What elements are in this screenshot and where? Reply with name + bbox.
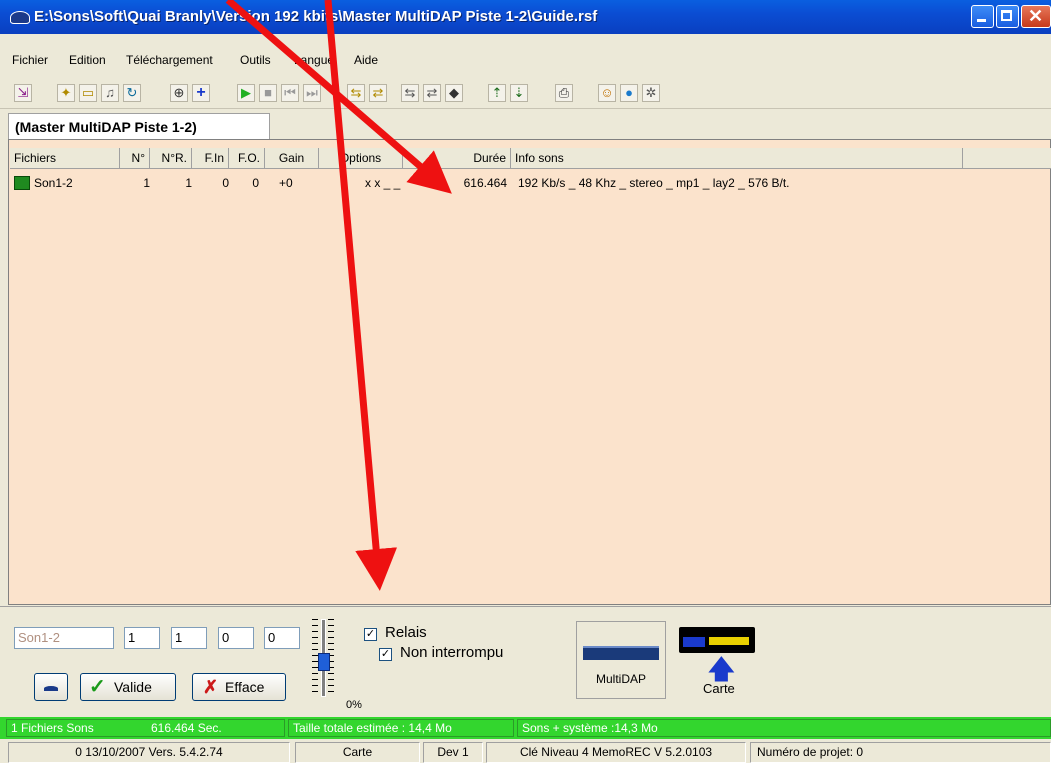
col-info-sons[interactable]: Info sons	[511, 148, 963, 168]
transfer-icon-1[interactable]: ⇆	[347, 84, 365, 102]
table-header: Fichiers N° N°R. F.In F.O. Gain Options …	[10, 148, 1051, 169]
col-gain[interactable]: Gain	[265, 148, 319, 168]
print-icon[interactable]: ⎙	[555, 84, 573, 102]
cell-duree: 616.464	[463, 176, 507, 190]
cell-options: x x _ _	[365, 176, 401, 190]
file-list-panel	[8, 139, 1051, 605]
cell-info-sons: 192 Kb/s _ 48 Khz _ stereo _ mp1 _ lay2 …	[518, 176, 790, 190]
menu-edition[interactable]: Edition	[69, 53, 106, 67]
tab-master-multidap[interactable]: (Master MultiDAP Piste 1-2)	[8, 113, 270, 139]
col-nr[interactable]: N°R.	[150, 148, 192, 168]
status-seconds: 616.464 Sec.	[151, 721, 222, 735]
n-field[interactable]: 1	[124, 627, 160, 649]
status-files: 1 Fichiers Sons 616.464 Sec.	[6, 719, 285, 737]
status-taille: Taille totale estimée : 14,4 Mo	[288, 719, 514, 737]
fin-field[interactable]: 0	[218, 627, 254, 649]
stop-icon[interactable]: ■	[259, 84, 277, 102]
menu-langue[interactable]: Langue	[294, 53, 334, 67]
download-card-icon[interactable]: ⇣	[510, 84, 528, 102]
memory-card-icon[interactable]: ◆	[445, 84, 463, 102]
valide-label: Valide	[114, 679, 152, 695]
menu-outils[interactable]: Outils	[240, 53, 271, 67]
efface-button[interactable]: ✗ Efface	[192, 673, 286, 701]
col-options[interactable]: Options	[319, 148, 403, 168]
non-interrompu-label: Non interrompu	[400, 644, 504, 661]
previous-icon[interactable]: ⏮	[281, 84, 299, 102]
multidap-label: MultiDAP	[595, 672, 646, 686]
cell-n: 1	[143, 176, 150, 190]
status-cle: Clé Niveau 4 MemoREC V 5.2.0103	[486, 742, 746, 763]
non-interrompu-checkbox[interactable]: ✓	[379, 648, 392, 661]
editor-panel: Son1-2 1 1 0 0 0% ✓ Relais ✓ Non interro…	[0, 606, 1051, 717]
menu-fichier[interactable]: Fichier	[12, 53, 48, 67]
col-duree[interactable]: Durée	[403, 148, 511, 168]
status-carte: Carte	[295, 742, 420, 763]
transfer-icon-2[interactable]: ⇄	[369, 84, 387, 102]
close-button[interactable]: ✕	[1021, 5, 1051, 28]
slider-percent: 0%	[346, 699, 362, 711]
transfer-icon-3[interactable]: ⇆	[401, 84, 419, 102]
refresh-folder-icon[interactable]: ↻	[123, 84, 141, 102]
maximize-button[interactable]	[996, 5, 1019, 28]
cell-fin: 0	[222, 176, 229, 190]
open-folder-icon[interactable]: ▭	[79, 84, 97, 102]
status-systeme: Sons + système :14,3 Mo	[517, 719, 1051, 737]
cell-fo: 0	[252, 176, 259, 190]
col-fichiers[interactable]: Fichiers	[10, 148, 120, 168]
users-icon[interactable]: ☺	[598, 84, 616, 102]
gain-slider[interactable]	[312, 619, 334, 697]
eject-icon	[44, 686, 58, 691]
x-icon: ✗	[203, 677, 219, 697]
add-icon[interactable]: +	[192, 84, 210, 102]
slider-thumb[interactable]	[318, 653, 330, 671]
window-title: E:\Sons\Soft\Quai Branly\Version 192 kbi…	[34, 8, 598, 25]
sound-library-icon[interactable]: ♫	[101, 84, 119, 102]
menu-telechargement[interactable]: Téléchargement	[126, 53, 213, 67]
cell-file: Son1-2	[34, 176, 73, 190]
upload-card-icon[interactable]: ⇡	[488, 84, 506, 102]
menu-aide[interactable]: Aide	[354, 53, 378, 67]
sound-file-icon	[14, 176, 30, 190]
play-icon[interactable]: ▶	[237, 84, 255, 102]
app-icon	[10, 11, 30, 24]
toolbar: ⇲ ✦ ▭ ♫ ↻ ⊕ + ▶ ■ ⏮ ⏭ ⇆ ⇄ ⇆ ⇄ ◆ ⇡ ⇣ ⎙ ☺ …	[0, 80, 1051, 109]
relais-checkbox[interactable]: ✓	[364, 628, 377, 641]
lock-icon[interactable]: ⊕	[170, 84, 188, 102]
check-icon: ✓	[89, 676, 106, 698]
col-n[interactable]: N°	[120, 148, 150, 168]
status-bar-green: 1 Fichiers Sons 616.464 Sec. Taille tota…	[0, 717, 1051, 739]
col-fin[interactable]: F.In	[192, 148, 229, 168]
valide-button[interactable]: ✓ Valide	[80, 673, 176, 701]
new-file-icon[interactable]: ✦	[57, 84, 75, 102]
transfer-icon-4[interactable]: ⇄	[423, 84, 441, 102]
carte-label: Carte	[703, 681, 735, 696]
up-arrow-icon: 🡅	[708, 654, 735, 684]
minimize-button[interactable]	[971, 5, 994, 28]
next-icon[interactable]: ⏭	[303, 84, 321, 102]
cell-nr: 1	[185, 176, 192, 190]
eject-button[interactable]	[34, 673, 68, 701]
multidap-device-button[interactable]: MultiDAP	[576, 621, 666, 699]
title-bar: E:\Sons\Soft\Quai Branly\Version 192 kbi…	[0, 0, 1051, 34]
status-projet: Numéro de projet: 0	[750, 742, 1051, 763]
settings-icon[interactable]: ✲	[642, 84, 660, 102]
multidap-device-icon	[583, 646, 659, 660]
relais-label: Relais	[385, 624, 427, 641]
status-bar: 0 13/10/2007 Vers. 5.4.2.74 Carte Dev 1 …	[0, 740, 1051, 763]
table-row[interactable]: Son1-2 1 1 0 0 +0 x x _ _ 616.464 192 Kb…	[10, 173, 1051, 193]
memory-card-device-icon	[679, 627, 755, 653]
sound-name-field[interactable]: Son1-2	[14, 627, 114, 649]
carte-button[interactable]: 🡅 Carte	[675, 623, 759, 703]
nr-field[interactable]: 1	[171, 627, 207, 649]
menu-bar: Fichier Edition Téléchargement Outils La…	[0, 50, 1051, 72]
cell-gain: +0	[279, 176, 293, 190]
status-dev: Dev 1	[423, 742, 483, 763]
status-version: 0 13/10/2007 Vers. 5.4.2.74	[8, 742, 290, 763]
exit-icon[interactable]: ⇲	[14, 84, 32, 102]
efface-label: Efface	[225, 679, 265, 695]
globe-icon[interactable]: ●	[620, 84, 638, 102]
fo-field[interactable]: 0	[264, 627, 300, 649]
close-icon: ✕	[1028, 6, 1044, 26]
col-fo[interactable]: F.O.	[229, 148, 265, 168]
